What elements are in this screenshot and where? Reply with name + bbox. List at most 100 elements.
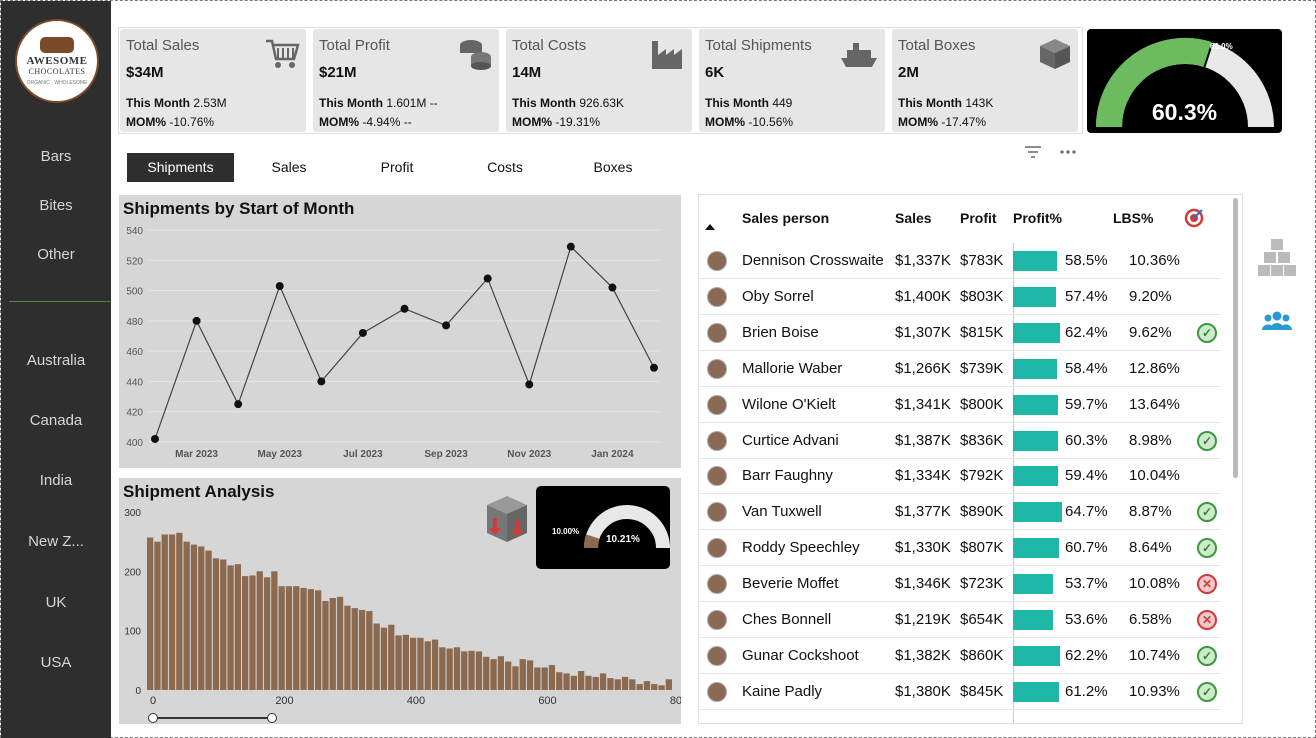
bar[interactable] <box>388 624 395 690</box>
tab-costs[interactable]: Costs <box>453 153 557 182</box>
bar[interactable] <box>636 684 643 690</box>
bar[interactable] <box>563 673 570 690</box>
table-row[interactable]: Kaine Padly $1,380K $845K 61.2% 10.93% ✓ <box>699 674 1221 710</box>
table-row[interactable]: Oby Sorrel $1,400K $803K 57.4% 9.20% <box>699 279 1221 315</box>
range-slider-min-handle[interactable] <box>148 713 158 723</box>
table-row[interactable]: Barr Faughny $1,334K $792K 59.4% 10.04% <box>699 458 1221 495</box>
bar[interactable] <box>271 571 278 690</box>
bar[interactable] <box>205 550 212 690</box>
table-row[interactable]: Brien Boise $1,307K $815K 62.4% 9.62% ✓ <box>699 315 1221 351</box>
bar[interactable] <box>585 675 592 690</box>
bar[interactable] <box>395 635 402 690</box>
sidebar-item-other[interactable]: Other <box>1 246 111 263</box>
tab-boxes[interactable]: Boxes <box>561 153 665 182</box>
people-icon[interactable] <box>1262 310 1292 332</box>
bar[interactable] <box>534 667 541 691</box>
header-lbs-pct[interactable]: LBS% <box>1113 210 1153 226</box>
sidebar-item-india[interactable]: India <box>1 472 111 489</box>
bar[interactable] <box>453 647 461 690</box>
bar[interactable] <box>249 575 256 691</box>
bar[interactable] <box>410 637 417 690</box>
bar[interactable] <box>344 605 351 690</box>
bar[interactable] <box>373 623 380 691</box>
table-row[interactable]: Ches Bonnell $1,219K $654K 53.6% 6.58% ✕ <box>699 602 1221 638</box>
bar[interactable] <box>176 532 183 690</box>
data-point[interactable] <box>317 377 326 386</box>
sidebar-item-usa[interactable]: USA <box>1 654 111 671</box>
data-point[interactable] <box>525 380 534 389</box>
bar[interactable] <box>315 590 322 690</box>
bar[interactable] <box>578 671 585 690</box>
sidebar-item-australia[interactable]: Australia <box>1 352 111 369</box>
bar[interactable] <box>402 634 409 690</box>
sidebar-item-new-zealand[interactable]: New Z... <box>1 533 111 550</box>
bar[interactable] <box>147 537 154 691</box>
data-point[interactable] <box>566 242 575 251</box>
header-profit[interactable]: Profit <box>960 210 997 226</box>
bar[interactable] <box>366 611 373 690</box>
bar[interactable] <box>285 586 293 690</box>
header-profit-pct[interactable]: Profit% <box>1013 210 1062 226</box>
bar[interactable] <box>263 577 271 690</box>
bar[interactable] <box>651 684 658 690</box>
bar[interactable] <box>519 659 526 690</box>
bar[interactable] <box>278 586 285 690</box>
bar[interactable] <box>592 676 599 690</box>
table-row[interactable]: Gunar Cockshoot $1,382K $860K 62.2% 10.74% ✓ <box>699 638 1221 674</box>
bar[interactable] <box>665 679 672 690</box>
bar[interactable] <box>242 576 249 690</box>
bar[interactable] <box>431 639 439 690</box>
data-point[interactable] <box>483 274 492 283</box>
table-row[interactable]: Mallorie Waber $1,266K $739K 58.4% 12.86% <box>699 351 1221 387</box>
bar[interactable] <box>607 678 614 690</box>
bar[interactable] <box>358 609 366 690</box>
bar[interactable] <box>198 546 205 690</box>
data-point[interactable] <box>234 400 243 409</box>
bar[interactable] <box>220 559 227 691</box>
bar[interactable] <box>461 651 468 690</box>
data-point[interactable] <box>151 434 159 443</box>
table-scrollbar[interactable] <box>1233 198 1238 478</box>
table-row[interactable]: Dennison Crosswaite $1,337K $783K 58.5% 10.3… <box>699 243 1221 279</box>
bar[interactable] <box>307 589 314 690</box>
sort-ascending-icon[interactable] <box>705 224 715 230</box>
boxes-stack-icon[interactable] <box>1258 237 1296 277</box>
data-point[interactable] <box>358 328 367 337</box>
bar[interactable] <box>643 681 651 690</box>
more-options-icon[interactable] <box>1059 149 1077 155</box>
data-point[interactable] <box>650 363 658 372</box>
bar[interactable] <box>329 598 336 690</box>
bar[interactable] <box>541 667 548 691</box>
table-row[interactable]: Roddy Speechley $1,330K $807K 60.7% 8.64% ✓ <box>699 530 1221 567</box>
bar[interactable] <box>614 679 621 690</box>
bar[interactable] <box>526 660 534 690</box>
bar[interactable] <box>380 627 388 690</box>
bar[interactable] <box>658 685 665 690</box>
bar[interactable] <box>424 641 431 690</box>
data-point[interactable] <box>400 304 409 313</box>
tab-shipments[interactable]: Shipments <box>127 153 234 182</box>
bar[interactable] <box>322 601 329 690</box>
bar[interactable] <box>599 673 607 690</box>
bar[interactable] <box>300 587 307 690</box>
bar[interactable] <box>439 647 446 690</box>
table-row[interactable]: Curtice Advani $1,387K $836K 60.3% 8.98% ✓ <box>699 423 1221 459</box>
bar[interactable] <box>227 565 234 690</box>
bar[interactable] <box>183 541 190 690</box>
table-row[interactable]: Van Tuxwell $1,377K $890K 64.7% 8.87% ✓ <box>699 494 1221 531</box>
bar[interactable] <box>168 534 176 691</box>
bar[interactable] <box>548 665 556 690</box>
data-point[interactable] <box>608 283 617 292</box>
table-row[interactable]: Beverie Moffet $1,346K $723K 53.7% 10.08% ✕ <box>699 566 1221 603</box>
bar[interactable] <box>190 544 198 690</box>
bar[interactable] <box>212 558 220 690</box>
bar[interactable] <box>154 541 161 690</box>
header-sales-person[interactable]: Sales person <box>742 210 829 226</box>
bar[interactable] <box>497 656 504 690</box>
bar[interactable] <box>629 679 636 690</box>
tab-sales[interactable]: Sales <box>237 153 341 182</box>
sidebar-item-canada[interactable]: Canada <box>1 412 111 429</box>
bar[interactable] <box>161 534 168 691</box>
bar[interactable] <box>446 648 453 691</box>
sidebar-item-uk[interactable]: UK <box>1 594 111 611</box>
